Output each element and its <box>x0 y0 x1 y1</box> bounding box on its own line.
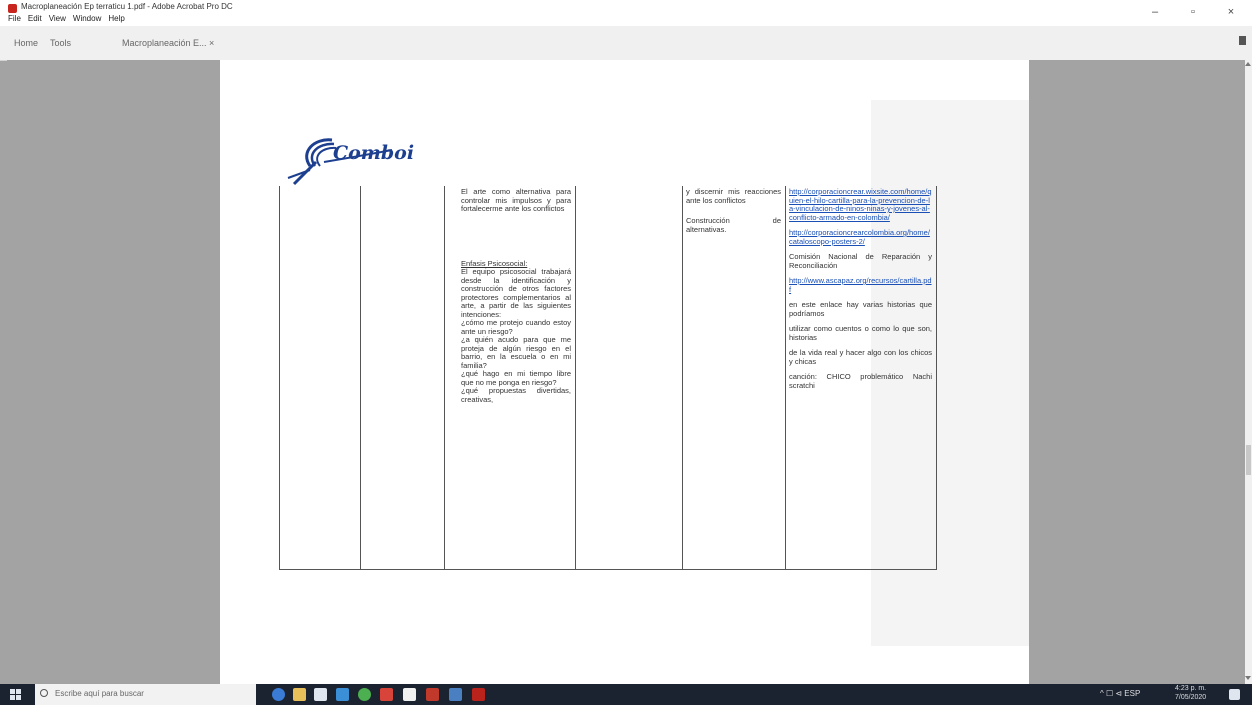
menu-edit[interactable]: Edit <box>28 13 42 25</box>
taskbar: Escribe aquí para buscar ^ ☐ ⊲ ESP 4:23 … <box>0 684 1252 705</box>
window-title: Macroplaneación Ep terraticu 1.pdf - Ado… <box>21 2 233 11</box>
vertical-scrollbar[interactable] <box>1245 60 1252 684</box>
file-explorer-icon[interactable] <box>293 688 306 701</box>
planning-table: El arte como alternativa para controlar … <box>279 186 937 570</box>
logo-text: Comboi <box>333 142 415 164</box>
resource-link-3[interactable]: http://www.ascapaz.org/recursos/cartilla… <box>789 276 932 294</box>
tab-home[interactable]: Home <box>14 38 38 48</box>
menu-bar: File Edit View Window Help <box>0 13 125 25</box>
resource-link-2[interactable]: http://corporacioncrearcolombia.org/home… <box>789 228 932 246</box>
menu-view[interactable]: View <box>49 13 66 25</box>
activity-intro: El arte como alternativa para controlar … <box>461 187 571 213</box>
minimize-button[interactable]: – <box>1138 0 1172 26</box>
acrobat-taskbar-icon[interactable] <box>472 688 485 701</box>
title-bar: Macroplaneación Ep terraticu 1.pdf - Ado… <box>0 0 1252 26</box>
notifications-icon[interactable] <box>1229 689 1240 700</box>
comment-icon[interactable] <box>1239 36 1246 45</box>
table-column-divider <box>575 186 576 569</box>
media-app-icon[interactable] <box>426 688 439 701</box>
table-column-divider <box>444 186 445 569</box>
activity-cell: El arte como alternativa para controlar … <box>461 187 571 404</box>
resource-link-1[interactable]: http://corporacioncrear.wixsite.com/home… <box>789 187 932 222</box>
menu-file[interactable]: File <box>8 13 21 25</box>
resources-cell: http://corporacioncrear.wixsite.com/home… <box>789 187 932 397</box>
menu-window[interactable]: Window <box>73 13 101 25</box>
menu-help[interactable]: Help <box>108 13 124 25</box>
opera-icon[interactable] <box>380 688 393 701</box>
acrobat-app-icon <box>8 4 17 13</box>
enfasis-body: El equipo psicosocial trabajará desde la… <box>461 267 571 319</box>
tab-document[interactable]: Macroplaneación E... × <box>119 37 217 49</box>
clock-time[interactable]: 4:23 p. m. <box>1175 685 1206 692</box>
document-viewport[interactable]: Comboi El arte como alternativa para con… <box>7 60 1246 684</box>
resource-text-5: canción: CHICO problemático Nachi scratc… <box>789 372 932 390</box>
document-app-icon[interactable] <box>403 688 416 701</box>
tab-tools[interactable]: Tools <box>50 38 71 48</box>
clock-date[interactable]: 7/05/2020 <box>1175 694 1206 701</box>
maximize-button[interactable]: ▫ <box>1176 0 1210 26</box>
resource-text-4: de la vida real y hacer algo con los chi… <box>789 348 932 366</box>
question-1: ¿cómo me protejo cuando estoy ante un ri… <box>461 318 571 336</box>
pdf-page: Comboi El arte como alternativa para con… <box>220 60 1029 684</box>
word-icon[interactable] <box>449 688 462 701</box>
mail-icon[interactable] <box>336 688 349 701</box>
table-column-divider <box>682 186 683 569</box>
question-2: ¿a quién acudo para que me proteja de al… <box>461 335 571 370</box>
windows-start-icon[interactable] <box>10 689 21 700</box>
resource-text-2: en este enlace hay varias historias que … <box>789 300 932 318</box>
outcome-cell: y discernir mis reacciones ante los conf… <box>686 187 781 241</box>
resource-text-1: Comisión Nacional de Reparación y Reconc… <box>789 252 932 270</box>
question-3: ¿qué hago en mi tiempo libre que no me p… <box>461 369 571 387</box>
search-icon <box>40 689 48 697</box>
edge-icon[interactable] <box>272 688 285 701</box>
scroll-up-icon[interactable] <box>1245 62 1251 66</box>
scrollbar-thumb[interactable] <box>1246 445 1251 475</box>
chrome-icon[interactable] <box>358 688 371 701</box>
taskbar-search-box[interactable]: Escribe aquí para buscar <box>35 684 256 705</box>
outcome-construction: Construcción de alternativas. <box>686 216 781 234</box>
table-column-divider <box>360 186 361 569</box>
table-column-divider <box>785 186 786 569</box>
resource-text-3: utilizar como cuentos o como lo que son,… <box>789 324 932 342</box>
close-button[interactable]: × <box>1214 0 1248 26</box>
scroll-down-icon[interactable] <box>1245 676 1251 680</box>
search-placeholder: Escribe aquí para buscar <box>55 689 144 698</box>
tab-bar: Home Tools Macroplaneación E... × <box>0 26 1252 61</box>
store-icon[interactable] <box>314 688 327 701</box>
outcome-text: y discernir mis reacciones ante los conf… <box>686 187 781 205</box>
system-tray[interactable]: ^ ☐ ⊲ ESP <box>1100 689 1140 698</box>
question-4: ¿qué propuestas divertidas, creativas, <box>461 386 571 404</box>
